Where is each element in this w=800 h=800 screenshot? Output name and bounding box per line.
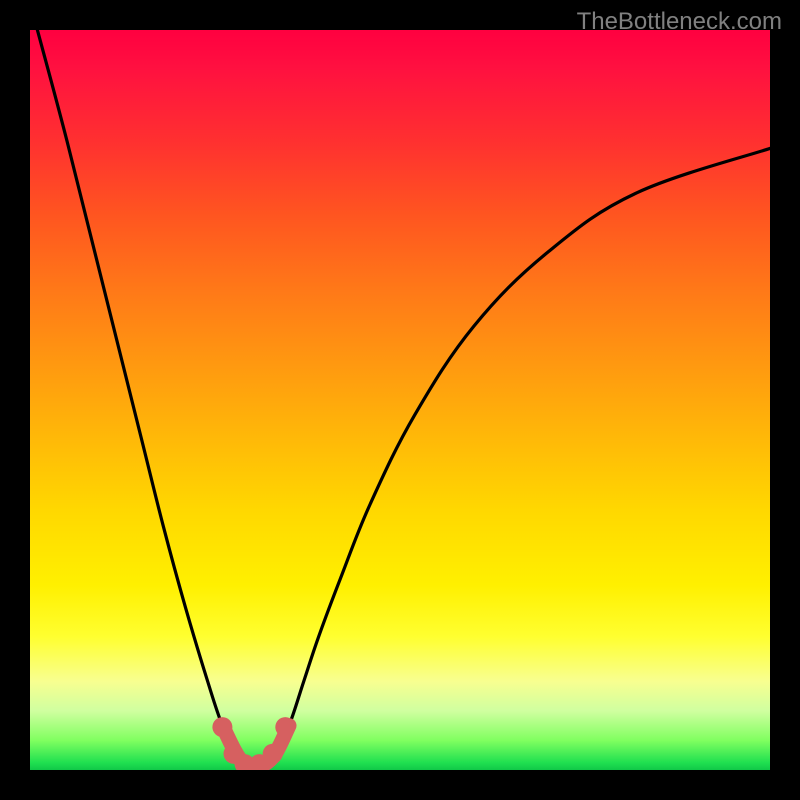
plot-area: [30, 30, 770, 770]
bottleneck-curve: [37, 30, 770, 768]
watermark-text: TheBottleneck.com: [577, 8, 782, 36]
curve-layer: [30, 30, 770, 770]
dot-1: [212, 717, 232, 737]
dot-6: [275, 717, 295, 737]
dot-5: [263, 744, 283, 764]
